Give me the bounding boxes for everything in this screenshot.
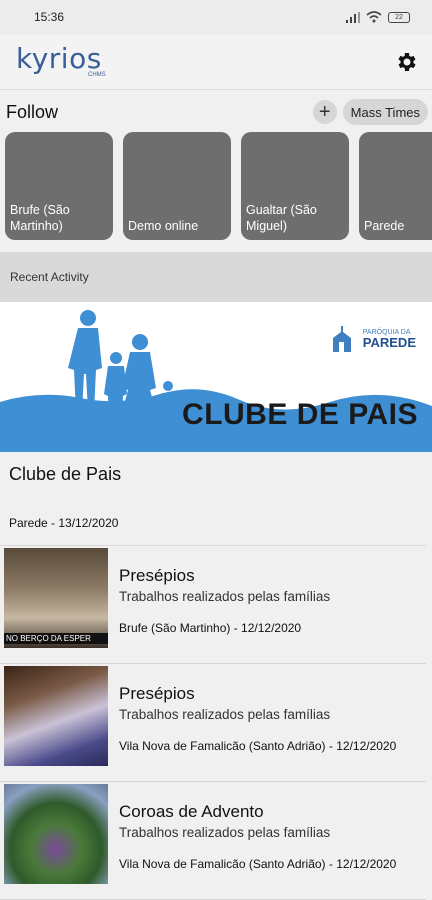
wifi-icon: [366, 11, 382, 23]
list-item[interactable]: NO BERÇO DA ESPER Presépios Trabalhos re…: [0, 546, 426, 664]
follow-card-parede[interactable]: Parede: [359, 132, 432, 240]
follow-section-header: Follow + Mass Times: [0, 94, 432, 130]
follow-card-gualtar[interactable]: Gualtar (São Miguel): [241, 132, 349, 240]
status-time: 15:36: [34, 10, 65, 24]
follow-card-label: Gualtar (São Miguel): [246, 203, 317, 233]
gear-icon[interactable]: [394, 50, 418, 74]
item-subtitle: Trabalhos realizados pelas famílias: [119, 825, 331, 840]
item-subtitle: Trabalhos realizados pelas famílias: [119, 589, 331, 604]
mass-times-button[interactable]: Mass Times: [342, 99, 428, 125]
follow-actions: + Mass Times: [312, 99, 428, 125]
recent-activity-header: Recent Activity: [0, 252, 432, 302]
parish-logo-name: PAREDE: [362, 335, 416, 350]
featured-post-title[interactable]: Clube de Pais: [0, 452, 432, 512]
post-thumbnail: [4, 784, 108, 884]
logo-subtext: CHMS: [88, 71, 106, 78]
follow-title: Follow: [6, 101, 59, 122]
item-subtitle: Trabalhos realizados pelas famílias: [119, 707, 331, 722]
list-item[interactable]: Coroas de Advento Trabalhos realizados p…: [0, 782, 426, 900]
add-follow-button[interactable]: +: [312, 100, 337, 124]
status-icons: 22: [346, 11, 410, 23]
post-thumbnail: NO BERÇO DA ESPER: [4, 548, 108, 648]
list-item[interactable]: Presépios Trabalhos realizados pelas fam…: [0, 664, 426, 782]
app-header: kyrios CHMS: [0, 34, 432, 90]
follow-card-label: Demo online: [128, 219, 199, 233]
item-title: Presépios: [119, 684, 195, 703]
item-title: Presépios: [119, 566, 195, 585]
signal-icon: [346, 11, 360, 23]
post-thumbnail: [4, 666, 108, 766]
featured-post-meta: Parede - 13/12/2020: [0, 512, 426, 546]
item-title: Coroas de Advento: [119, 802, 264, 821]
recent-activity-title: Recent Activity: [10, 270, 89, 284]
app-logo: kyrios CHMS: [16, 42, 116, 82]
church-icon: [332, 326, 351, 352]
featured-banner-image[interactable]: PARÓQUIA DA PAREDE CLUBE DE PAIS: [0, 302, 432, 452]
item-meta: Vila Nova de Famalicão (Santo Adrião) - …: [119, 739, 397, 753]
follow-card-label: Brufe (São Martinho): [10, 203, 70, 233]
battery-icon: 22: [388, 11, 410, 23]
banner-title: CLUBE DE PAIS: [182, 398, 418, 431]
follow-card-brufe[interactable]: Brufe (São Martinho): [5, 132, 113, 240]
follow-card-demo-online[interactable]: Demo online: [123, 132, 231, 240]
logo-text: kyrios: [16, 41, 102, 75]
item-meta: Brufe (São Martinho) - 12/12/2020: [119, 621, 302, 635]
follow-cards: Brufe (São Martinho) Demo online Gualtar…: [0, 132, 432, 242]
parish-logo: PARÓQUIA DA PAREDE: [331, 326, 416, 352]
item-meta: Vila Nova de Famalicão (Santo Adrião) - …: [119, 857, 397, 871]
status-bar: 15:36 22: [0, 0, 432, 34]
follow-card-label: Parede: [364, 219, 405, 233]
thumbnail-caption: NO BERÇO DA ESPER: [4, 633, 108, 644]
